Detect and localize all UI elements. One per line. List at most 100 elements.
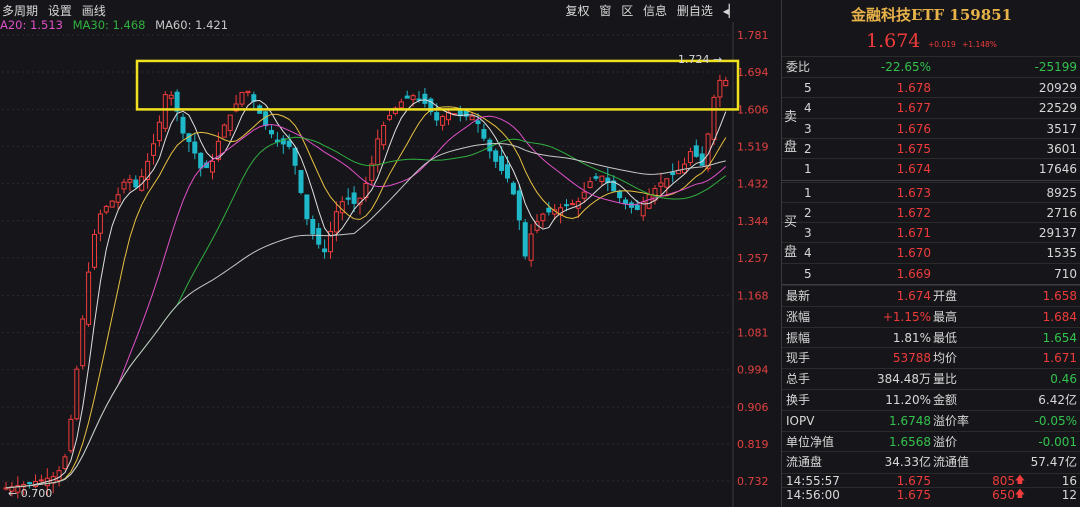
candle-body [410, 95, 416, 101]
tick-row: 14:56:00 1.675 650 🡅 12 [782, 487, 1080, 502]
bid-row[interactable]: 5 1.669 710 [782, 262, 1080, 284]
draw-line-button[interactable]: 画线 [82, 4, 106, 18]
bid-price: 1.671 [896, 226, 931, 241]
bid-row[interactable]: 1 1.673 8925 [782, 181, 1080, 203]
stat-value: 1.658 [1042, 289, 1077, 303]
candle-body [38, 479, 44, 482]
bid-volume: 8925 [1046, 185, 1077, 200]
stat-row: 现手 53788 均价 1.671 [782, 347, 1080, 368]
y-tick-label: 1.781 [737, 29, 769, 42]
window-button[interactable]: 窗 [599, 4, 611, 18]
stat-value: 34.33亿 [884, 455, 931, 470]
multi-period-button[interactable]: 多周期 [2, 4, 38, 18]
info-button[interactable]: 信息 [643, 4, 667, 18]
candle-body [133, 179, 139, 188]
candle-body [221, 124, 227, 138]
ma10-line [5, 106, 727, 489]
bid-row[interactable]: 3 1.671 29137 [782, 222, 1080, 243]
stat-label: 溢价 [933, 434, 958, 449]
ask-row[interactable]: 1 1.674 17646 [782, 158, 1080, 179]
candle-body [569, 203, 575, 206]
stat-value: 384.48万 [877, 372, 931, 387]
tick-volume: 805 [992, 474, 1015, 489]
candle-body [316, 228, 322, 245]
stat-label: 现手 [786, 351, 811, 366]
candle-body [333, 211, 339, 233]
chart-toolbar: 多周期 设置 画线 复权 窗 区 信息 删自选 ◂▏ [0, 0, 740, 18]
candle-body [670, 171, 676, 176]
candle-body [510, 182, 516, 195]
ask-price: 1.678 [896, 81, 931, 95]
remove-favorite-button[interactable]: 删自选 [677, 4, 713, 18]
bid-volume: 710 [1054, 266, 1077, 281]
stat-value: 1.81% [892, 330, 931, 345]
tick-price: 1.675 [896, 474, 931, 489]
stat-label: 单位净值 [786, 434, 835, 449]
y-tick-label: 0.819 [737, 438, 769, 451]
stat-value: 57.47亿 [1030, 455, 1077, 470]
stat-row: 流通盘 34.33亿 流通值 57.47亿 [782, 451, 1080, 472]
ask-row[interactable]: 4 1.677 22529 [782, 97, 1080, 118]
candle-body [121, 181, 127, 190]
candle-body [103, 205, 109, 213]
stat-label: 流通值 [933, 455, 970, 470]
tick-row: 14:55:57 1.675 805 🡅 16 [782, 473, 1080, 488]
stat-row: 单位净值 1.6568 溢价 -0.001 [782, 430, 1080, 452]
tick-count: 16 [1061, 474, 1077, 489]
candle-body [210, 160, 215, 173]
range-button[interactable]: 区 [621, 4, 633, 18]
stat-label: 流通盘 [786, 455, 823, 470]
ask-price: 1.676 [896, 121, 931, 136]
candle-body [127, 178, 133, 183]
ask-level: 3 [804, 121, 812, 136]
settings-button[interactable]: 设置 [48, 4, 72, 18]
candle-body [269, 129, 274, 135]
candle-body [292, 147, 298, 166]
ma30-value: MA30: 1.468 [72, 18, 146, 32]
bid-price: 1.672 [896, 205, 931, 220]
ask-row[interactable]: 5 1.678 20929 [782, 77, 1080, 98]
candle-body [168, 94, 174, 99]
max-price-label: 1.724 → [678, 53, 722, 66]
stat-label: 均价 [933, 351, 958, 366]
highlight-box [135, 59, 740, 111]
ask-side-label: 卖盘 [784, 110, 798, 155]
bid-row[interactable]: 2 1.672 2716 [782, 201, 1080, 223]
ask-level: 4 [804, 101, 812, 116]
ask-row[interactable]: 2 1.675 3601 [782, 137, 1080, 159]
candle-body [304, 194, 310, 220]
stat-label: 开盘 [933, 289, 958, 303]
candle-body [481, 129, 487, 139]
quote-panel: 金融科技ETF 159851 1.674 +0.019 +1.148% 委比 -… [781, 0, 1080, 507]
ask-level: 1 [804, 162, 812, 177]
stat-value: -0.001 [1038, 434, 1077, 449]
stat-value: 53788 [892, 351, 931, 366]
candle-body [422, 93, 428, 104]
bid-volume: 29137 [1038, 226, 1077, 241]
stat-value: 0.46 [1050, 372, 1077, 387]
tick-price: 1.675 [896, 488, 931, 503]
candle-body [617, 190, 623, 199]
candle-body [664, 178, 670, 188]
candle-body [286, 140, 292, 147]
adjust-button[interactable]: 复权 [566, 4, 590, 18]
stat-row: 振幅 1.81% 最低 1.654 [782, 326, 1080, 348]
y-tick-label: 0.994 [737, 364, 769, 377]
kline-chart-panel[interactable]: 1.781 1.694 1.606 1.519 1.432 1.344 1.257 1.168… [0, 0, 780, 507]
candle-body [404, 95, 410, 99]
ask-row[interactable]: 3 1.676 3517 [782, 117, 1080, 139]
candle-body [646, 194, 652, 209]
y-tick-label: 0.732 [737, 475, 769, 488]
security-title: 金融科技ETF 159851 [850, 6, 1013, 24]
tick-time: 14:55:57 [786, 474, 840, 489]
bid-row[interactable]: 4 1.670 1535 [782, 242, 1080, 263]
candle-body [717, 79, 723, 98]
kline-chart[interactable]: 1.781 1.694 1.606 1.519 1.432 1.344 1.257 1.168… [0, 0, 780, 507]
candle-body [227, 114, 233, 131]
moving-average-legend: A20: 1.513 MA30: 1.468 MA60: 1.421 [0, 18, 234, 32]
collapse-right-icon[interactable]: ◂▏ [723, 4, 738, 18]
candle-body [162, 94, 168, 129]
candle-body [581, 191, 587, 199]
candle-body [546, 207, 552, 213]
candle-body [27, 482, 33, 485]
